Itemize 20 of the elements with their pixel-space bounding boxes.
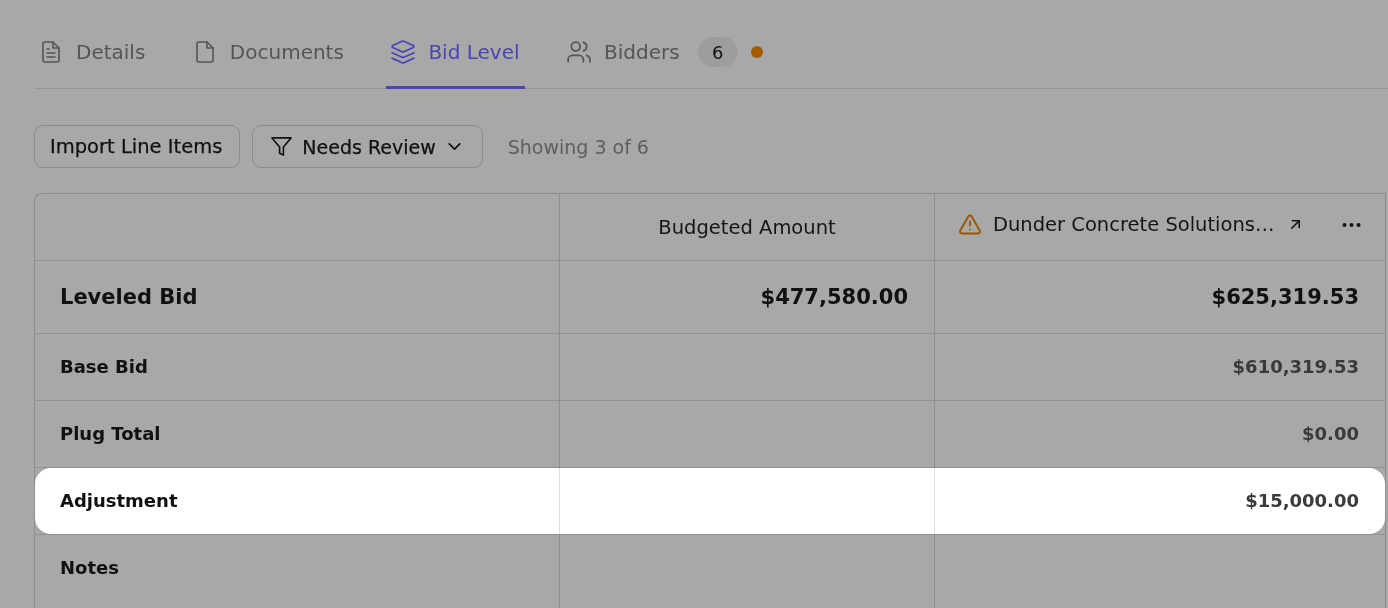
chevron-down-icon — [447, 143, 461, 150]
result-count: Showing 3 of 6 — [507, 135, 649, 158]
layers-icon — [391, 40, 416, 64]
tab[interactable]: Bidders 6 — [562, 22, 768, 89]
column-header: Budgeted Amount — [658, 215, 836, 239]
row-label: Leveled Bid — [59, 284, 199, 311]
more-icon[interactable] — [1342, 222, 1361, 227]
people-icon — [567, 41, 591, 63]
filter-icon — [271, 136, 293, 157]
document-icon — [195, 41, 214, 63]
row-label: Base Bid — [59, 355, 149, 379]
import-button[interactable]: Import Line Items — [34, 125, 241, 168]
row-label: Notes — [59, 556, 120, 580]
row-label: Plug Total — [59, 422, 162, 446]
filter-dropdown[interactable]: Needs Review — [252, 125, 483, 168]
row-label: Adjustment — [59, 489, 179, 513]
arrow-up-right-icon[interactable] — [1291, 220, 1301, 229]
document-lines-icon — [42, 41, 60, 63]
column-header: Dunder Concrete Solutions… — [993, 213, 1275, 236]
count-badge: 6 — [697, 37, 738, 67]
